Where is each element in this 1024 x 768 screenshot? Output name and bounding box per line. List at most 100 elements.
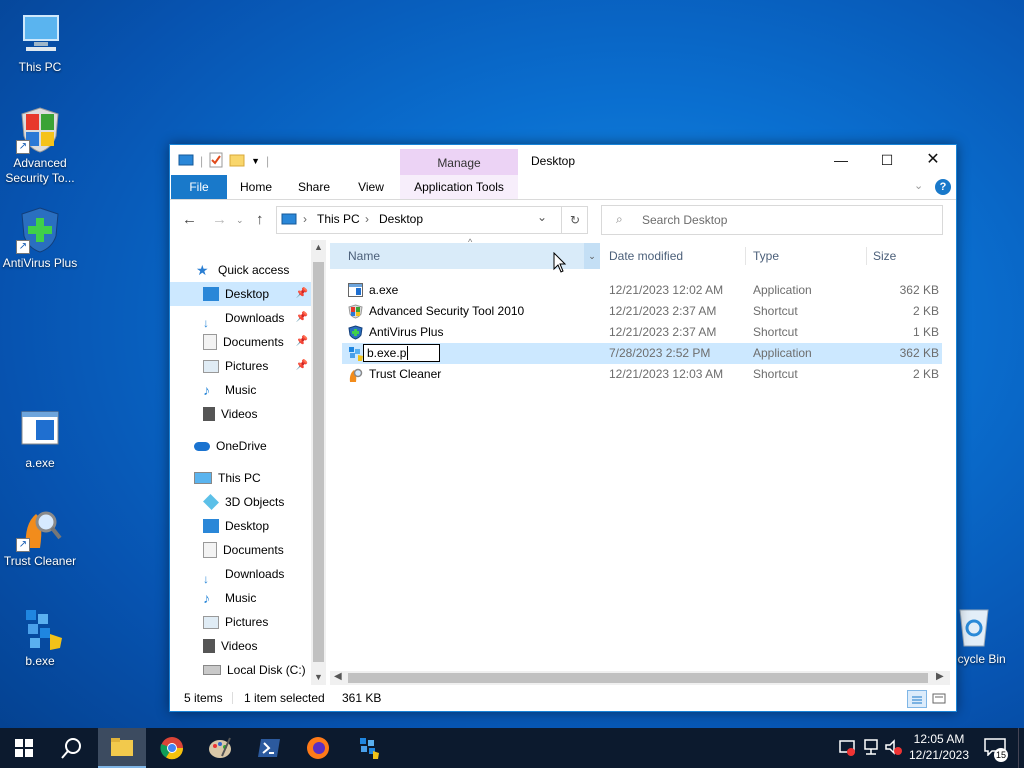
- window-monitor-icon[interactable]: [178, 154, 194, 169]
- tab-share[interactable]: Share: [290, 175, 338, 199]
- recent-locations-chevron-icon[interactable]: ⌄: [236, 215, 244, 226]
- manage-tab-group[interactable]: Manage: [400, 149, 518, 175]
- scroll-down-arrow-icon[interactable]: ▼: [314, 672, 323, 682]
- nav-quick-desktop[interactable]: Desktop 📌: [170, 282, 312, 306]
- nav-pane-scrollbar[interactable]: ▲ ▼: [311, 240, 326, 685]
- nav-pc-documents[interactable]: Documents: [170, 538, 326, 562]
- column-dropdown-chevron-icon[interactable]: ⌄: [584, 243, 600, 269]
- search-taskbar-button[interactable]: [48, 728, 96, 768]
- file-row[interactable]: AntiVirus Plus 12/21/2023 2:37 AM Shortc…: [342, 322, 942, 343]
- show-desktop-button[interactable]: [1018, 728, 1024, 768]
- nav-pc-local-disk[interactable]: Local Disk (C:): [170, 658, 326, 682]
- desktop-icon-antivirus-plus[interactable]: ↗ AntiVirus Plus: [0, 206, 80, 271]
- nav-label: Downloads: [225, 311, 285, 325]
- breadcrumb-desktop[interactable]: Desktop: [379, 212, 423, 226]
- nav-quick-access[interactable]: ★ Quick access: [170, 258, 326, 282]
- horizontal-scrollbar[interactable]: ◀ ▶: [330, 671, 950, 685]
- nav-pc-videos[interactable]: Videos: [170, 634, 326, 658]
- taskbar-file-explorer[interactable]: [98, 728, 146, 768]
- nav-quick-videos[interactable]: Videos: [170, 402, 312, 426]
- column-header-date-modified[interactable]: Date modified: [609, 243, 683, 269]
- nav-quick-pictures[interactable]: Pictures 📌: [170, 354, 312, 378]
- file-date: 12/21/2023 2:37 AM: [609, 325, 717, 339]
- taskbar-installer-app[interactable]: [344, 728, 392, 768]
- system-clock[interactable]: 12:05 AM 12/21/2023: [904, 731, 974, 763]
- maximize-button[interactable]: ☐: [864, 145, 910, 175]
- volume-muted-icon[interactable]: [884, 738, 902, 759]
- title-bar[interactable]: | ▼ | Manage Desktop — ☐ ✕: [170, 145, 956, 175]
- breadcrumb-this-pc[interactable]: This PC: [317, 212, 360, 226]
- network-icon[interactable]: [862, 738, 880, 759]
- column-header-size[interactable]: Size: [873, 243, 896, 269]
- nav-pc-pictures[interactable]: Pictures: [170, 610, 326, 634]
- tab-application-tools[interactable]: Application Tools: [400, 175, 518, 199]
- separator: |: [200, 154, 204, 168]
- scroll-left-arrow-icon[interactable]: ◀: [334, 671, 342, 682]
- back-button[interactable]: ←: [182, 211, 197, 228]
- pin-icon[interactable]: 📌: [296, 282, 308, 306]
- notification-center-button[interactable]: 15: [980, 736, 1010, 762]
- address-bar[interactable]: › This PC › Desktop ⌄ ↻: [276, 206, 588, 234]
- tab-view[interactable]: View: [347, 175, 395, 199]
- column-divider[interactable]: [866, 247, 867, 265]
- file-row[interactable]: a.exe 12/21/2023 12:02 AM Application 36…: [342, 280, 942, 301]
- desktop-icon-a-exe[interactable]: a.exe: [0, 406, 80, 471]
- nav-pc-music[interactable]: ♪ Music: [170, 586, 326, 610]
- file-row[interactable]: Trust Cleaner 12/21/2023 12:03 AM Shortc…: [342, 364, 942, 385]
- nav-pc-downloads[interactable]: ↓ Downloads: [170, 562, 326, 586]
- taskbar-powershell[interactable]: [245, 728, 293, 768]
- pin-icon[interactable]: 📌: [296, 330, 308, 354]
- pictures-icon: [203, 615, 219, 629]
- taskbar-firefox[interactable]: [294, 728, 342, 768]
- rename-input[interactable]: b.exe.p: [363, 344, 440, 362]
- column-divider[interactable]: [745, 247, 746, 265]
- desktop-icon-advanced-security[interactable]: ↗ Advanced Security To...: [0, 106, 80, 186]
- scroll-up-arrow-icon[interactable]: ▲: [314, 242, 323, 252]
- minimize-button[interactable]: —: [818, 145, 864, 175]
- pin-icon[interactable]: 📌: [296, 354, 308, 378]
- file-row-selected[interactable]: b.exe.p 7/28/2023 2:52 PM Application 36…: [342, 343, 942, 364]
- file-list[interactable]: ^ Name ⌄ Date modified Type Size a.exe 1…: [330, 237, 950, 678]
- help-icon[interactable]: ?: [935, 179, 951, 195]
- search-box[interactable]: ⌕ Search Desktop: [601, 205, 943, 235]
- properties-icon[interactable]: [209, 152, 223, 171]
- close-button[interactable]: ✕: [910, 145, 956, 175]
- forward-button[interactable]: →: [212, 211, 227, 228]
- expand-ribbon-chevron-icon[interactable]: ⌄: [914, 179, 923, 192]
- navigation-pane[interactable]: ★ Quick access Desktop 📌 ↓ Downloads 📌 D…: [170, 238, 326, 683]
- new-folder-icon[interactable]: [229, 153, 245, 170]
- tab-home[interactable]: Home: [232, 175, 280, 199]
- nav-pc-desktop[interactable]: Desktop: [170, 514, 326, 538]
- nav-quick-downloads[interactable]: ↓ Downloads 📌: [170, 306, 312, 330]
- file-explorer-window[interactable]: | ▼ | Manage Desktop — ☐ ✕ File Home Sha…: [169, 144, 957, 712]
- desktop-icon-b-exe[interactable]: b.exe: [0, 604, 80, 669]
- chevron-down-icon[interactable]: ▼: [251, 156, 260, 166]
- scrollbar-thumb[interactable]: [313, 262, 324, 662]
- nav-quick-music[interactable]: ♪ Music: [170, 378, 312, 402]
- nav-label: Desktop: [225, 287, 270, 301]
- large-icons-view-icon[interactable]: [931, 690, 947, 716]
- start-button[interactable]: [0, 728, 48, 768]
- tab-file[interactable]: File: [171, 175, 227, 199]
- nav-this-pc[interactable]: This PC: [170, 466, 326, 490]
- address-dropdown-chevron-icon[interactable]: ⌄: [537, 210, 547, 224]
- column-header-type[interactable]: Type: [753, 243, 779, 269]
- scroll-right-arrow-icon[interactable]: ▶: [936, 671, 944, 682]
- taskbar-paint[interactable]: [196, 728, 244, 768]
- desktop-icon-trust-cleaner[interactable]: ↗ Trust Cleaner: [0, 504, 80, 569]
- music-note-icon: ♪: [203, 590, 210, 606]
- action-center-tray-icon[interactable]: [838, 738, 856, 759]
- up-button[interactable]: ↑: [256, 211, 264, 228]
- desktop-icon-this-pc[interactable]: This PC: [0, 10, 80, 75]
- file-row[interactable]: Advanced Security Tool 2010 12/21/2023 2…: [342, 301, 942, 322]
- pin-icon[interactable]: 📌: [296, 306, 308, 330]
- nav-onedrive[interactable]: OneDrive: [170, 434, 326, 458]
- search-placeholder: Search Desktop: [642, 213, 728, 227]
- details-view-icon[interactable]: [907, 690, 927, 708]
- refresh-icon[interactable]: ↻: [561, 207, 588, 233]
- windows-shield-icon: ↗: [16, 106, 64, 154]
- nav-pc-3d-objects[interactable]: 3D Objects: [170, 490, 326, 514]
- scrollbar-thumb[interactable]: [348, 673, 928, 683]
- nav-quick-documents[interactable]: Documents 📌: [170, 330, 312, 354]
- taskbar-chrome[interactable]: [148, 728, 196, 768]
